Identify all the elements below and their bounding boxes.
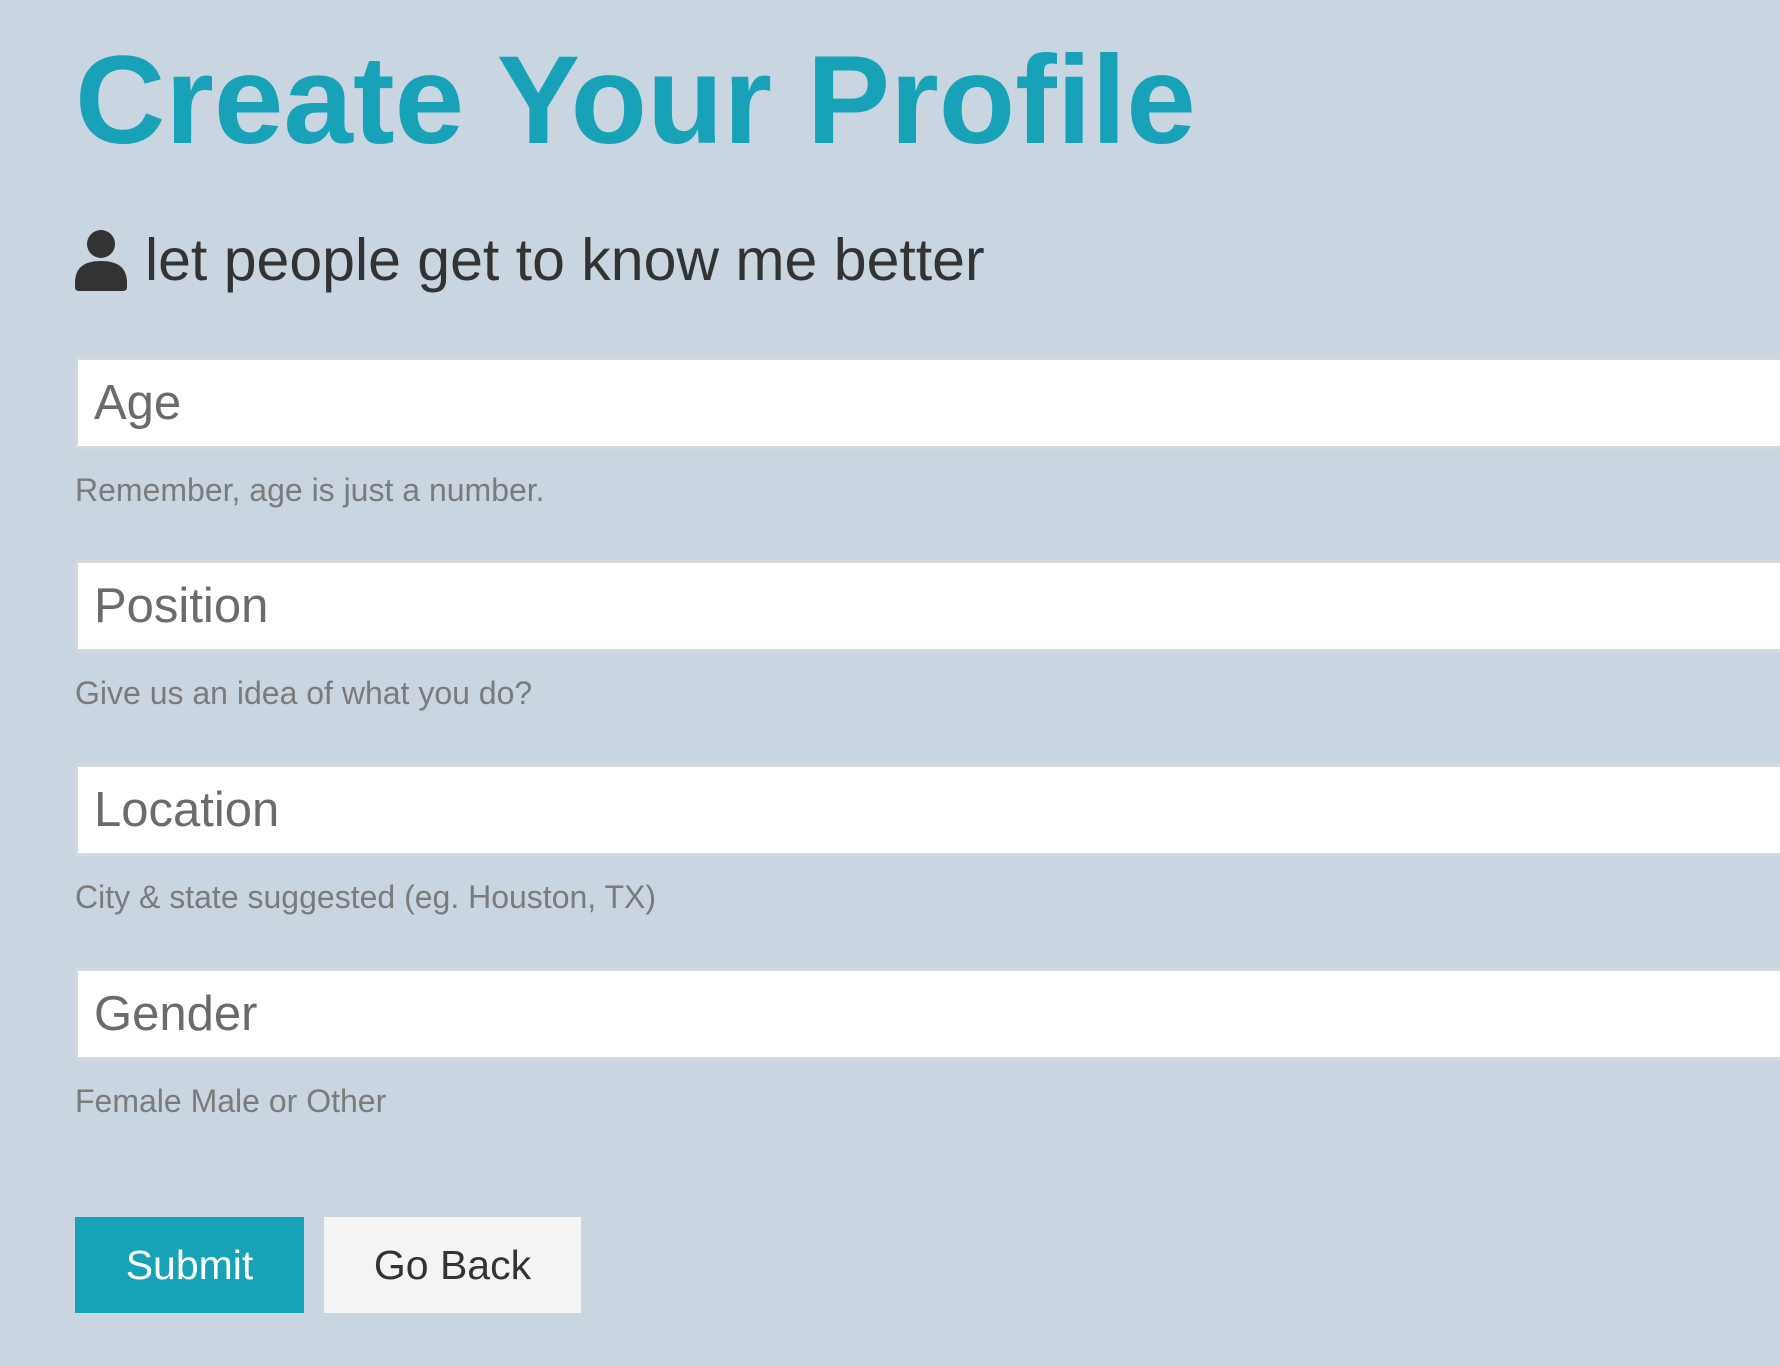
age-group: Remember, age is just a number. <box>75 357 1780 509</box>
position-help-text: Give us an idea of what you do? <box>75 675 533 711</box>
gender-help-text: Female Male or Other <box>75 1083 387 1119</box>
lead-text: let people get to know me better <box>145 227 985 293</box>
go-back-button[interactable]: Go Back <box>324 1217 581 1313</box>
location-group: City & state suggested (eg. Houston, TX) <box>75 764 1780 916</box>
gender-input[interactable] <box>75 968 1780 1060</box>
position-group: Give us an idea of what you do? <box>75 560 1780 712</box>
form-actions: Submit Go Back <box>75 1217 581 1313</box>
submit-button[interactable]: Submit <box>75 1217 304 1313</box>
gender-group: Female Male or Other <box>75 968 1780 1120</box>
age-input[interactable] <box>75 357 1780 449</box>
location-input[interactable] <box>75 764 1780 856</box>
user-icon <box>75 229 127 291</box>
age-help-text: Remember, age is just a number. <box>75 472 545 508</box>
position-input[interactable] <box>75 560 1780 652</box>
page-lead: let people get to know me better <box>75 225 985 295</box>
location-help-text: City & state suggested (eg. Houston, TX) <box>75 879 657 915</box>
page-title: Create Your Profile <box>75 31 1196 170</box>
